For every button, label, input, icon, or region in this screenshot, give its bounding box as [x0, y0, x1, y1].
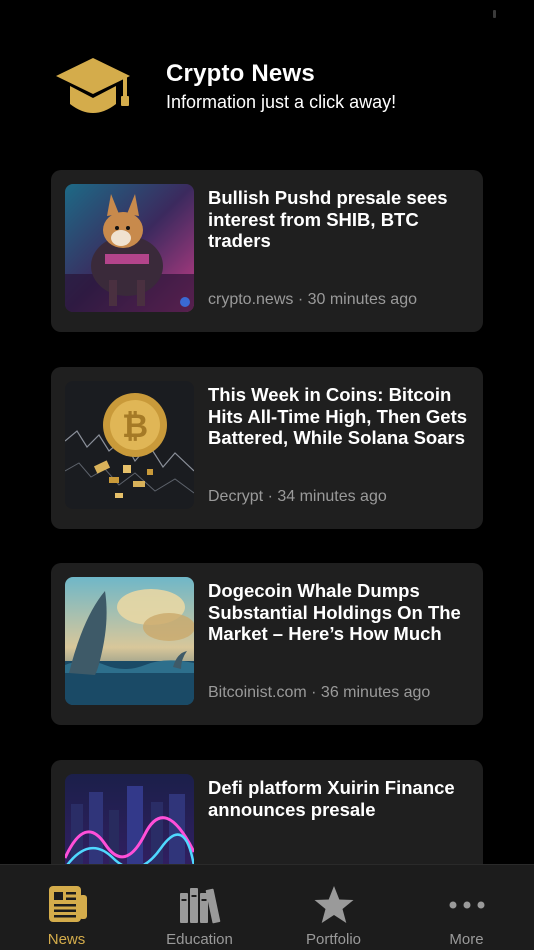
news-meta: Bitcoinist.com · 36 minutes ago [208, 684, 431, 701]
star-icon [312, 885, 356, 925]
news-card[interactable]: Bullish Pushd presale sees interest from… [51, 170, 483, 332]
status-bar-indicator [493, 10, 496, 18]
bottom-tab-bar: News Education Portfolio More [0, 864, 534, 950]
app-title: Crypto News [166, 60, 315, 87]
tab-label: More [449, 931, 484, 948]
news-meta: Decrypt · 34 minutes ago [208, 488, 387, 505]
news-time: 34 minutes ago [277, 488, 387, 505]
newspaper-icon [45, 885, 89, 925]
news-time: 36 minutes ago [320, 684, 431, 701]
svg-text:₿: ₿ [122, 408, 148, 444]
news-title[interactable]: Defi platform Xuirin Finance announces p… [208, 777, 473, 820]
news-thumbnail-shiba-robot [65, 184, 194, 312]
news-source: crypto.news [208, 291, 294, 308]
news-thumbnail-whale [65, 577, 194, 705]
tab-label: Education [166, 931, 233, 948]
news-source: Decrypt [208, 488, 264, 505]
news-card[interactable]: Defi platform Xuirin Finance announces p… [51, 760, 483, 864]
tab-label: Portfolio [305, 931, 362, 948]
books-icon [178, 885, 222, 925]
tab-education[interactable]: Education [133, 865, 266, 950]
news-title[interactable]: Bullish Pushd presale sees interest from… [208, 187, 473, 252]
news-feed[interactable]: Bullish Pushd presale sees interest from… [51, 170, 483, 864]
app-subtitle: Information just a click away! [166, 92, 397, 112]
tab-portfolio[interactable]: Portfolio [267, 865, 400, 950]
app-header: Crypto News Information just a click awa… [0, 50, 534, 130]
tab-news[interactable]: News [0, 865, 133, 950]
news-meta: crypto.news · 30 minutes ago [208, 291, 417, 308]
news-source: Bitcoinist.com [208, 684, 307, 701]
news-card[interactable]: ₿ This Week in Coins: Bitcoin Hits All-T… [51, 367, 483, 529]
news-title[interactable]: Dogecoin Whale Dumps Substantial Holding… [208, 580, 473, 645]
graduation-cap-icon [54, 56, 132, 122]
tab-label: News [47, 931, 86, 948]
tab-more[interactable]: More [400, 865, 533, 950]
news-thumbnail-bitcoin: ₿ [65, 381, 194, 509]
news-time: 30 minutes ago [307, 291, 417, 308]
news-title[interactable]: This Week in Coins: Bitcoin Hits All-Tim… [208, 384, 473, 449]
ellipsis-icon [445, 885, 489, 925]
news-thumbnail-neon-city [65, 774, 194, 864]
news-card[interactable]: Dogecoin Whale Dumps Substantial Holding… [51, 563, 483, 725]
